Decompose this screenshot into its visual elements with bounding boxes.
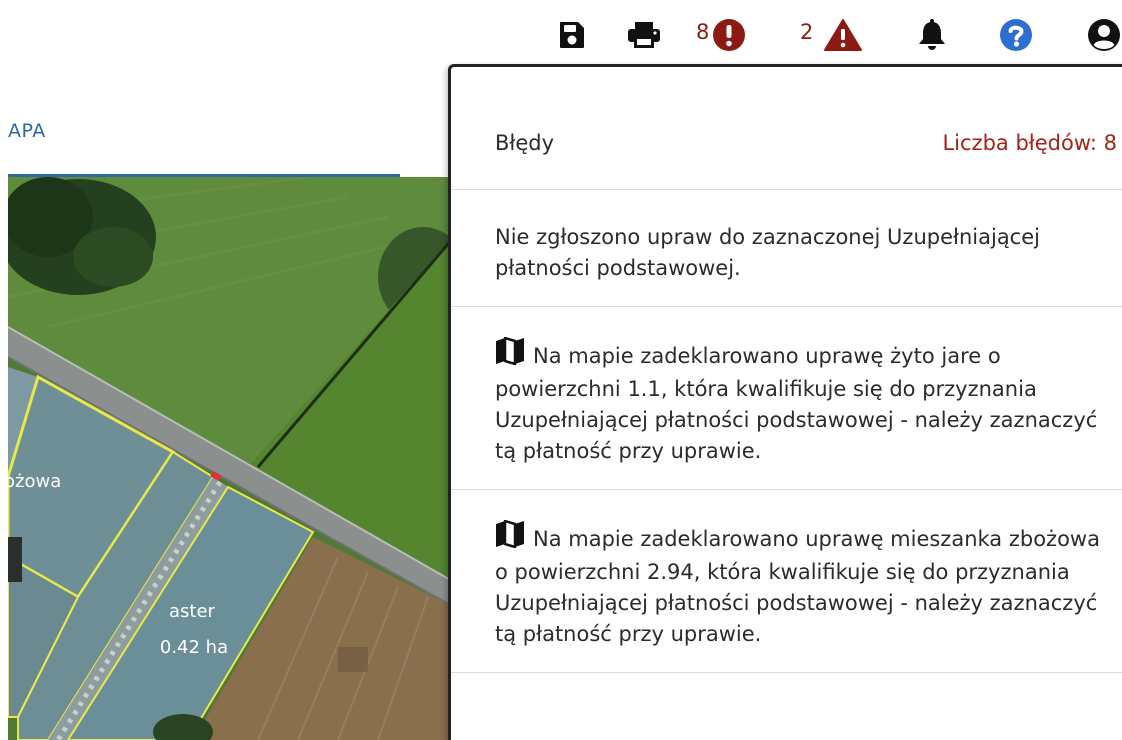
save-icon[interactable] bbox=[558, 18, 586, 52]
exclamation-circle-icon[interactable] bbox=[711, 18, 747, 52]
map-view[interactable]: ożowa aster 0.42 ha bbox=[8, 177, 454, 740]
map-satellite-image: ożowa aster 0.42 ha bbox=[8, 177, 454, 740]
parcel-label-left: ożowa bbox=[8, 471, 61, 492]
warning-triangle-icon[interactable] bbox=[823, 18, 863, 52]
error-item[interactable]: Nie zgłoszono upraw do zaznaczonej Uzupe… bbox=[451, 190, 1122, 307]
tab-map[interactable]: APA bbox=[8, 120, 46, 142]
top-toolbar: 8 2 bbox=[0, 0, 1122, 70]
print-icon[interactable] bbox=[626, 18, 662, 52]
parcel-label-area: 0.42 ha bbox=[160, 637, 228, 658]
parcel-label-crop: aster bbox=[169, 601, 216, 622]
error-item[interactable]: Na mapie zadeklarowano uprawę mieszanka … bbox=[451, 490, 1122, 673]
error-item-text: Na mapie zadeklarowano uprawę żyto jare … bbox=[495, 344, 1098, 463]
errors-panel-title: Błędy bbox=[495, 131, 555, 155]
error-item-text: Na mapie zadeklarowano uprawę mieszanka … bbox=[495, 527, 1100, 646]
map-icon[interactable] bbox=[495, 336, 525, 374]
errors-panel-header: Błędy Liczba błędów: 8 bbox=[451, 67, 1122, 190]
errors-count-label: Liczba błędów: 8 bbox=[942, 131, 1117, 155]
error-item-text: Nie zgłoszono upraw do zaznaczonej Uzupe… bbox=[495, 225, 1040, 280]
error-count: 8 bbox=[696, 20, 710, 44]
errors-panel: Błędy Liczba błędów: 8 Nie zgłoszono upr… bbox=[448, 64, 1122, 740]
user-circle-icon[interactable] bbox=[1086, 18, 1122, 52]
warning-count: 2 bbox=[800, 20, 814, 44]
map-icon[interactable] bbox=[495, 519, 525, 557]
question-circle-icon[interactable] bbox=[999, 18, 1033, 52]
error-item[interactable]: Na mapie zadeklarowano uprawę żyto jare … bbox=[451, 307, 1122, 490]
bell-icon[interactable] bbox=[917, 18, 947, 52]
app-root: 8 2 APA ożowa aster 0.42 ha Błędy Liczba… bbox=[0, 0, 1122, 740]
